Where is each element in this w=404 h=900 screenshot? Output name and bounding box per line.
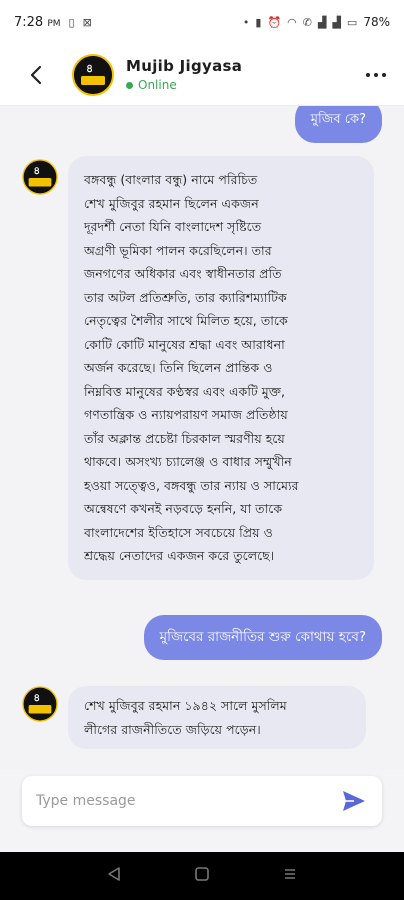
dot-icon: • [242,15,250,29]
mujib-logo-icon: ৪ [22,159,58,195]
message-line: হওয়া সত্ত্বেও, বঙ্গবন্ধু তার ন্যায় ও স… [84,477,299,493]
online-dot-icon [126,81,133,89]
chevron-left-icon [30,65,42,84]
chat-header: ৪ Mujib Jigyasa Online [0,44,404,106]
signal-icon: ▟ [317,15,327,29]
wifi-icon: ◠ [287,15,297,29]
square-home-icon [195,867,209,881]
message-line: তাঁর অক্লান্ত প্রচেষ্টা চিরকাল স্মরণীয় … [84,430,285,446]
user-message-bubble: মুজিবের রাজনীতির শুরু কোথায় হবে? [143,615,382,660]
message-line: বঙ্গবন্ধু (বাংলার বন্ধু) নামে পরিচিত [84,172,258,187]
svg-text:৪: ৪ [33,165,40,177]
user-message-bubble: মুজিব কে? [294,106,382,143]
message-input[interactable] [36,793,340,809]
message-line: অর্জন করেছে। তিনি ছিলেন প্রান্তিক ও [84,360,273,375]
bot-message-bubble: বঙ্গবন্ধু (বাংলার বন্ধু) নামে পরিচিত শেখ… [68,156,374,580]
more-dot-icon [366,72,370,77]
back-button[interactable] [16,55,56,95]
status-bar: 7:28 PM ▯ ⊠ • ▮ ⏰ ◠ ✆ ▟ ▟ ▭ 78% [0,0,404,44]
message-text: মুজিব কে? [310,112,366,127]
battery-level: 78% [363,15,390,29]
menu-lines-icon [285,869,295,879]
battery-icon: ▭ [346,15,358,29]
bot-avatar: ৪ [22,159,58,195]
message-line: থাকবে। অসংখ্য চ্যালেঞ্জ ও বাধার সম্মুখীন [84,454,292,469]
vibrate-icon: ▮ [255,15,262,29]
nav-back-button[interactable] [106,866,122,886]
message-line: অগ্রণী ভূমিকা পালন করেছিলেন। তার [84,242,272,258]
svg-text:৪: ৪ [33,692,40,704]
more-dot-icon [382,72,386,77]
bot-avatar: ৪ [22,686,58,722]
message-line: জনগণের অধিকার এবং স্বাধীনতার প্রতি [84,266,282,281]
svg-text:৪: ৪ [86,62,93,75]
system-nav-bar [0,852,404,900]
mujib-logo-icon: ৪ [22,686,58,722]
mujib-logo-icon: ৪ [74,55,112,94]
presence-label: Online [138,78,177,92]
message-line: গণতান্ত্রিক ও ন্যায়পরায়ণ সমাজ প্রতিষ্ঠ… [84,407,288,422]
message-composer [22,776,382,826]
more-dot-icon [374,72,378,77]
message-line: নিম্নবিত্ত মানুষের কণ্ঠস্বর এবং একটি মুক… [84,383,286,399]
message-line: তার অটল প্রতিশ্রুতি, তার ক্যারিশম্যাটিক [84,289,287,305]
message-line: শেখ মুজিবুর রহমান ১৯৪২ সালে মুসলিম [84,698,287,713]
message-line: বাংলাদেশের ইতিহাসে সবচেয়ে প্রিয় ও [84,524,273,540]
triangle-back-icon [108,867,120,881]
notification-icon: ▯ [68,15,75,29]
bot-message-bubble: শেখ মুজিবুর রহমান ১৯৪২ সালে মুসলিম লীগের… [68,686,366,749]
status-time: 7:28 PM [14,15,61,30]
message-line: নেতৃত্বের শৈলীর সাথে মিলিত হয়ে, তাকে [84,313,288,328]
status-time-value: 7:28 [14,14,44,30]
message-line: শ্রদ্ধেয় নেতাদের একজন করে তুলেছে। [84,548,275,563]
call-icon: ✆ [302,15,312,29]
contact-avatar[interactable]: ৪ [72,53,114,96]
message-line: অন্বেষণে কখনই নড়বড়ে হননি, যা তাকে [84,501,283,516]
presence-status: Online [126,78,242,92]
more-options-button[interactable] [366,72,386,77]
nav-recents-button[interactable] [282,866,298,886]
message-line: শেখ মুজিবুর রহমান ছিলেন একজন [84,195,259,211]
message-icon: ⊠ [82,15,92,29]
message-line: দূরদর্শী নেতা যিনি বাংলাদেশ সৃষ্টিতে [84,219,262,234]
message-text: মুজিবের রাজনীতির শুরু কোথায় হবে? [159,629,366,645]
alarm-icon: ⏰ [267,15,282,29]
message-line: কোটি কোটি মানুষের শ্রদ্ধা এবং আরাধনা [84,336,285,352]
nav-home-button[interactable] [194,866,210,886]
chat-thread[interactable]: মুজিব কে? ৪ বঙ্গবন্ধু (বাংলার বন্ধু) নাম… [0,106,404,770]
signal-icon-2: ▟ [332,15,341,29]
send-icon [343,791,365,811]
send-button[interactable] [340,787,368,815]
message-line: লীগের রাজনীতিতে জড়িয়ে পড়েন। [84,721,261,737]
contact-name: Mujib Jigyasa [126,57,243,75]
contact-info: Mujib Jigyasa Online [126,57,242,92]
status-time-suffix: PM [47,18,61,29]
